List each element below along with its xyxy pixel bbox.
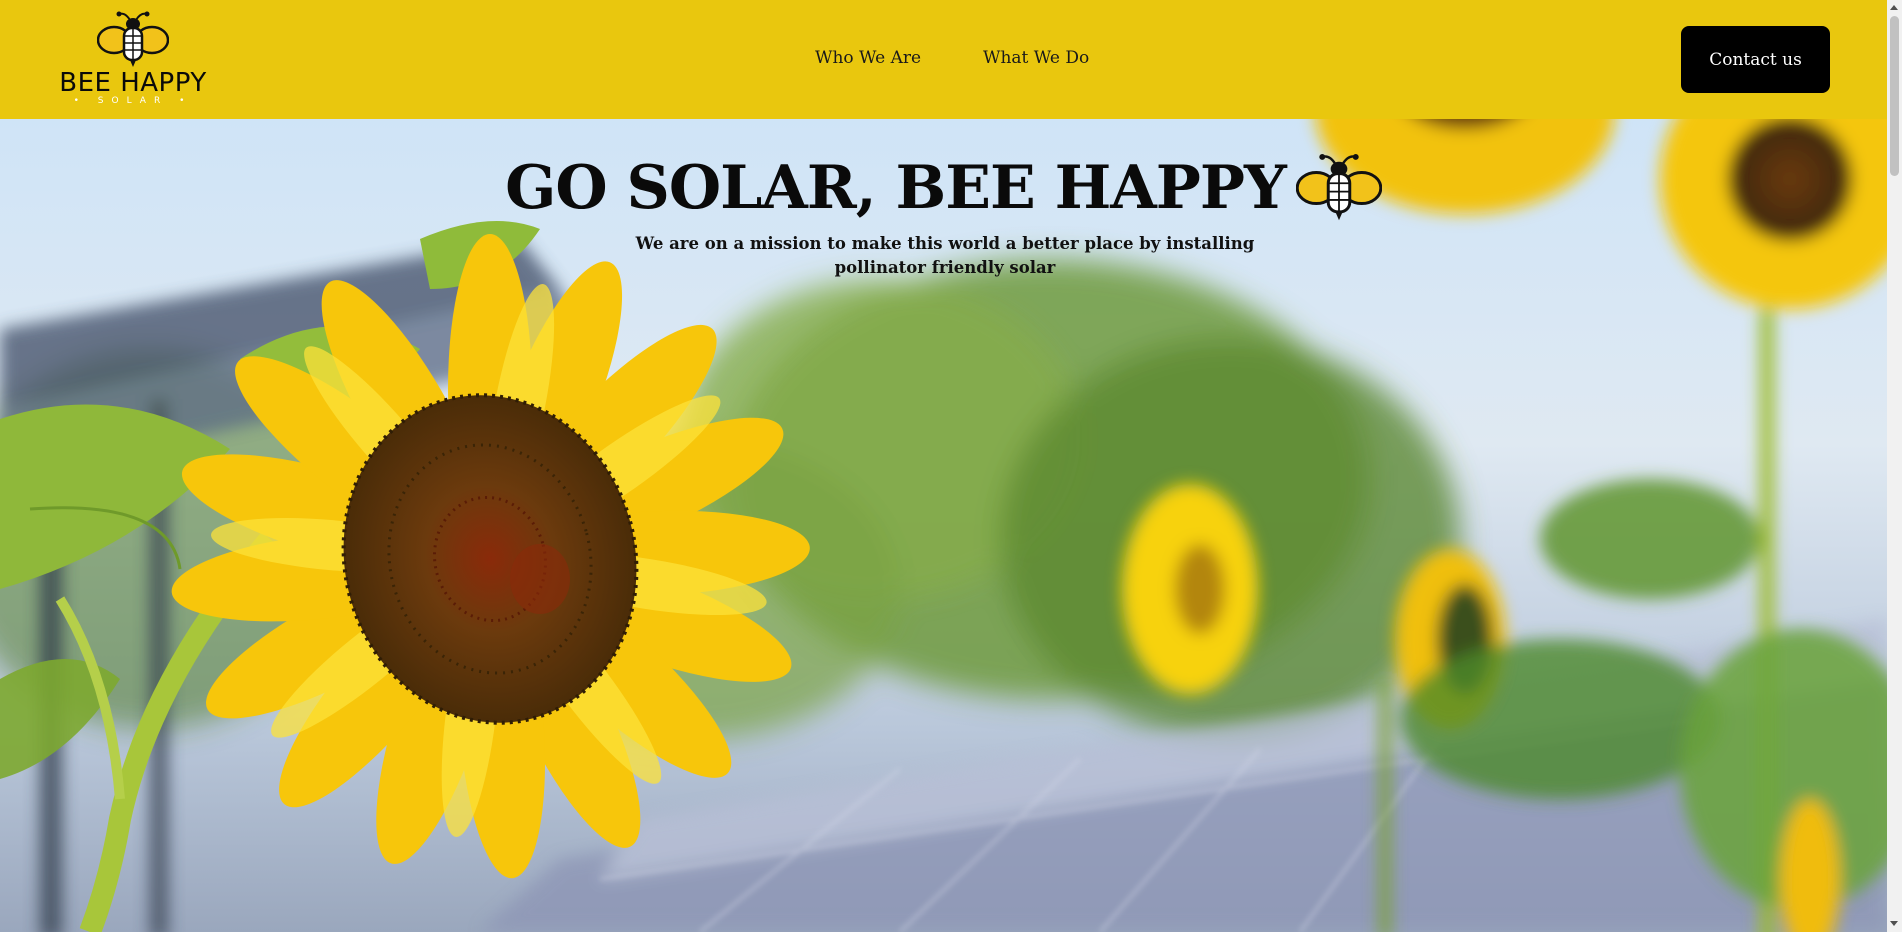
scroll-down-arrow-icon[interactable] [1890,921,1898,926]
contact-us-button[interactable]: Contact us [1681,26,1830,93]
brand-tagline: • SOLAR • [73,96,193,106]
nav-link-what-we-do[interactable]: What We Do [983,48,1089,68]
bee-icon [1295,153,1382,221]
hero-section: GO SOLAR, BEE HAPPY We are on a mission … [0,119,1887,932]
site-header: BEE HAPPY • SOLAR • Who We Are What We D… [0,0,1887,119]
page-scrollbar[interactable] [1887,0,1902,932]
nav-link-who-we-are[interactable]: Who We Are [815,48,921,68]
brand-logo[interactable]: BEE HAPPY • SOLAR • [58,10,208,108]
scroll-up-arrow-icon[interactable] [1890,5,1898,10]
bee-icon [97,11,169,67]
hero-subtitle: We are on a mission to make this world a… [635,234,1255,277]
brand-name: BEE HAPPY [59,68,207,98]
scrollbar-thumb[interactable] [1890,16,1899,176]
hero-title: GO SOLAR, BEE HAPPY [0,152,1887,224]
